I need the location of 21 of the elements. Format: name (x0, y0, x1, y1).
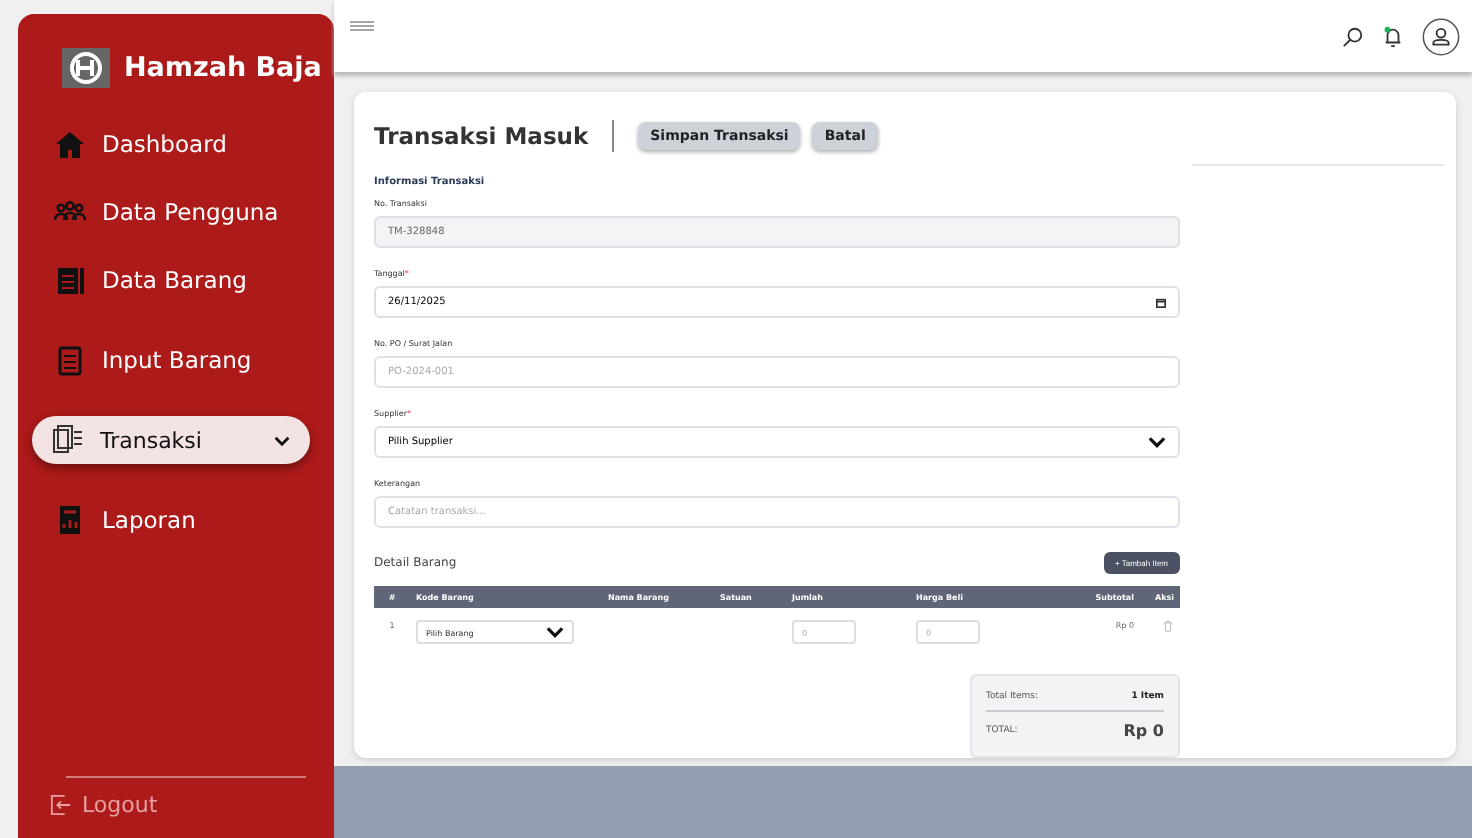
page-title: Transaksi Masuk (374, 122, 589, 150)
nav-item[interactable]: Data Pengguna (30, 188, 322, 236)
total-value: Rp 0 (1123, 722, 1164, 740)
nav-item[interactable]: Laporan (30, 496, 322, 544)
nav-item[interactable]: Transaksi (32, 416, 310, 464)
bell-icon[interactable] (1382, 25, 1404, 47)
nav-item[interactable]: Input Barang (30, 336, 322, 384)
chevron-down-icon (1148, 436, 1166, 448)
search-icon[interactable] (1342, 25, 1364, 47)
nav-item[interactable]: Dashboard (30, 120, 322, 168)
documents-icon (52, 424, 84, 456)
avatar-icon[interactable] (1422, 17, 1460, 55)
logo-icon (62, 48, 110, 88)
report-icon (54, 504, 86, 536)
home-icon (54, 128, 86, 160)
brand-name: Hamzah Baja (124, 52, 322, 84)
chevron-down-icon (274, 435, 290, 445)
calendar-icon (1156, 297, 1166, 307)
nav-item[interactable]: Data Barang (30, 256, 322, 304)
logout-icon (50, 794, 72, 816)
chevron-down-icon (546, 626, 564, 638)
